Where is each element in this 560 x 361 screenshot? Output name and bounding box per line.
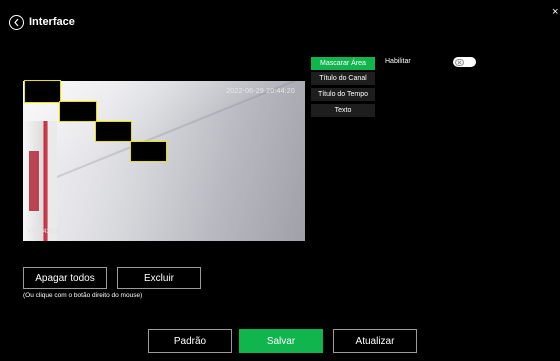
tab-mask-area[interactable]: Mascarar Área [311, 57, 375, 70]
tab-time-title[interactable]: Título do Tempo [311, 88, 375, 101]
refresh-button[interactable]: Atualizar [333, 329, 417, 353]
tab-channel-title[interactable]: Título do Canal [311, 72, 375, 85]
privacy-mask-1[interactable] [24, 80, 61, 103]
toggle-knob [454, 58, 464, 66]
page-title: Interface [29, 16, 75, 28]
save-button[interactable]: Salvar [239, 329, 323, 353]
enable-toggle[interactable] [453, 57, 476, 67]
delete-button[interactable]: Excluir [117, 267, 201, 289]
pipe-band [29, 151, 39, 211]
x-icon [457, 60, 461, 64]
clear-all-button[interactable]: Apagar todos [23, 267, 107, 289]
tab-text[interactable]: Texto [311, 104, 375, 117]
right-click-hint: (Ou clique com o botão direito do mouse) [23, 292, 143, 299]
privacy-mask-4[interactable] [130, 141, 167, 162]
enable-label: Habilitar [385, 58, 411, 65]
privacy-mask-3[interactable] [95, 121, 132, 142]
default-button[interactable]: Padrão [148, 329, 232, 353]
chevron-left-icon [14, 18, 19, 27]
channel-name-overlay: VIP 3430 B [27, 228, 60, 235]
timestamp-overlay: 2022-06-29 20:44:20 [226, 88, 295, 95]
privacy-mask-2[interactable] [59, 101, 97, 122]
close-icon[interactable]: × [552, 6, 558, 18]
video-preview[interactable]: 2022-06-29 20:44:20 VIP 3430 B [23, 55, 305, 265]
back-button[interactable] [9, 15, 24, 30]
